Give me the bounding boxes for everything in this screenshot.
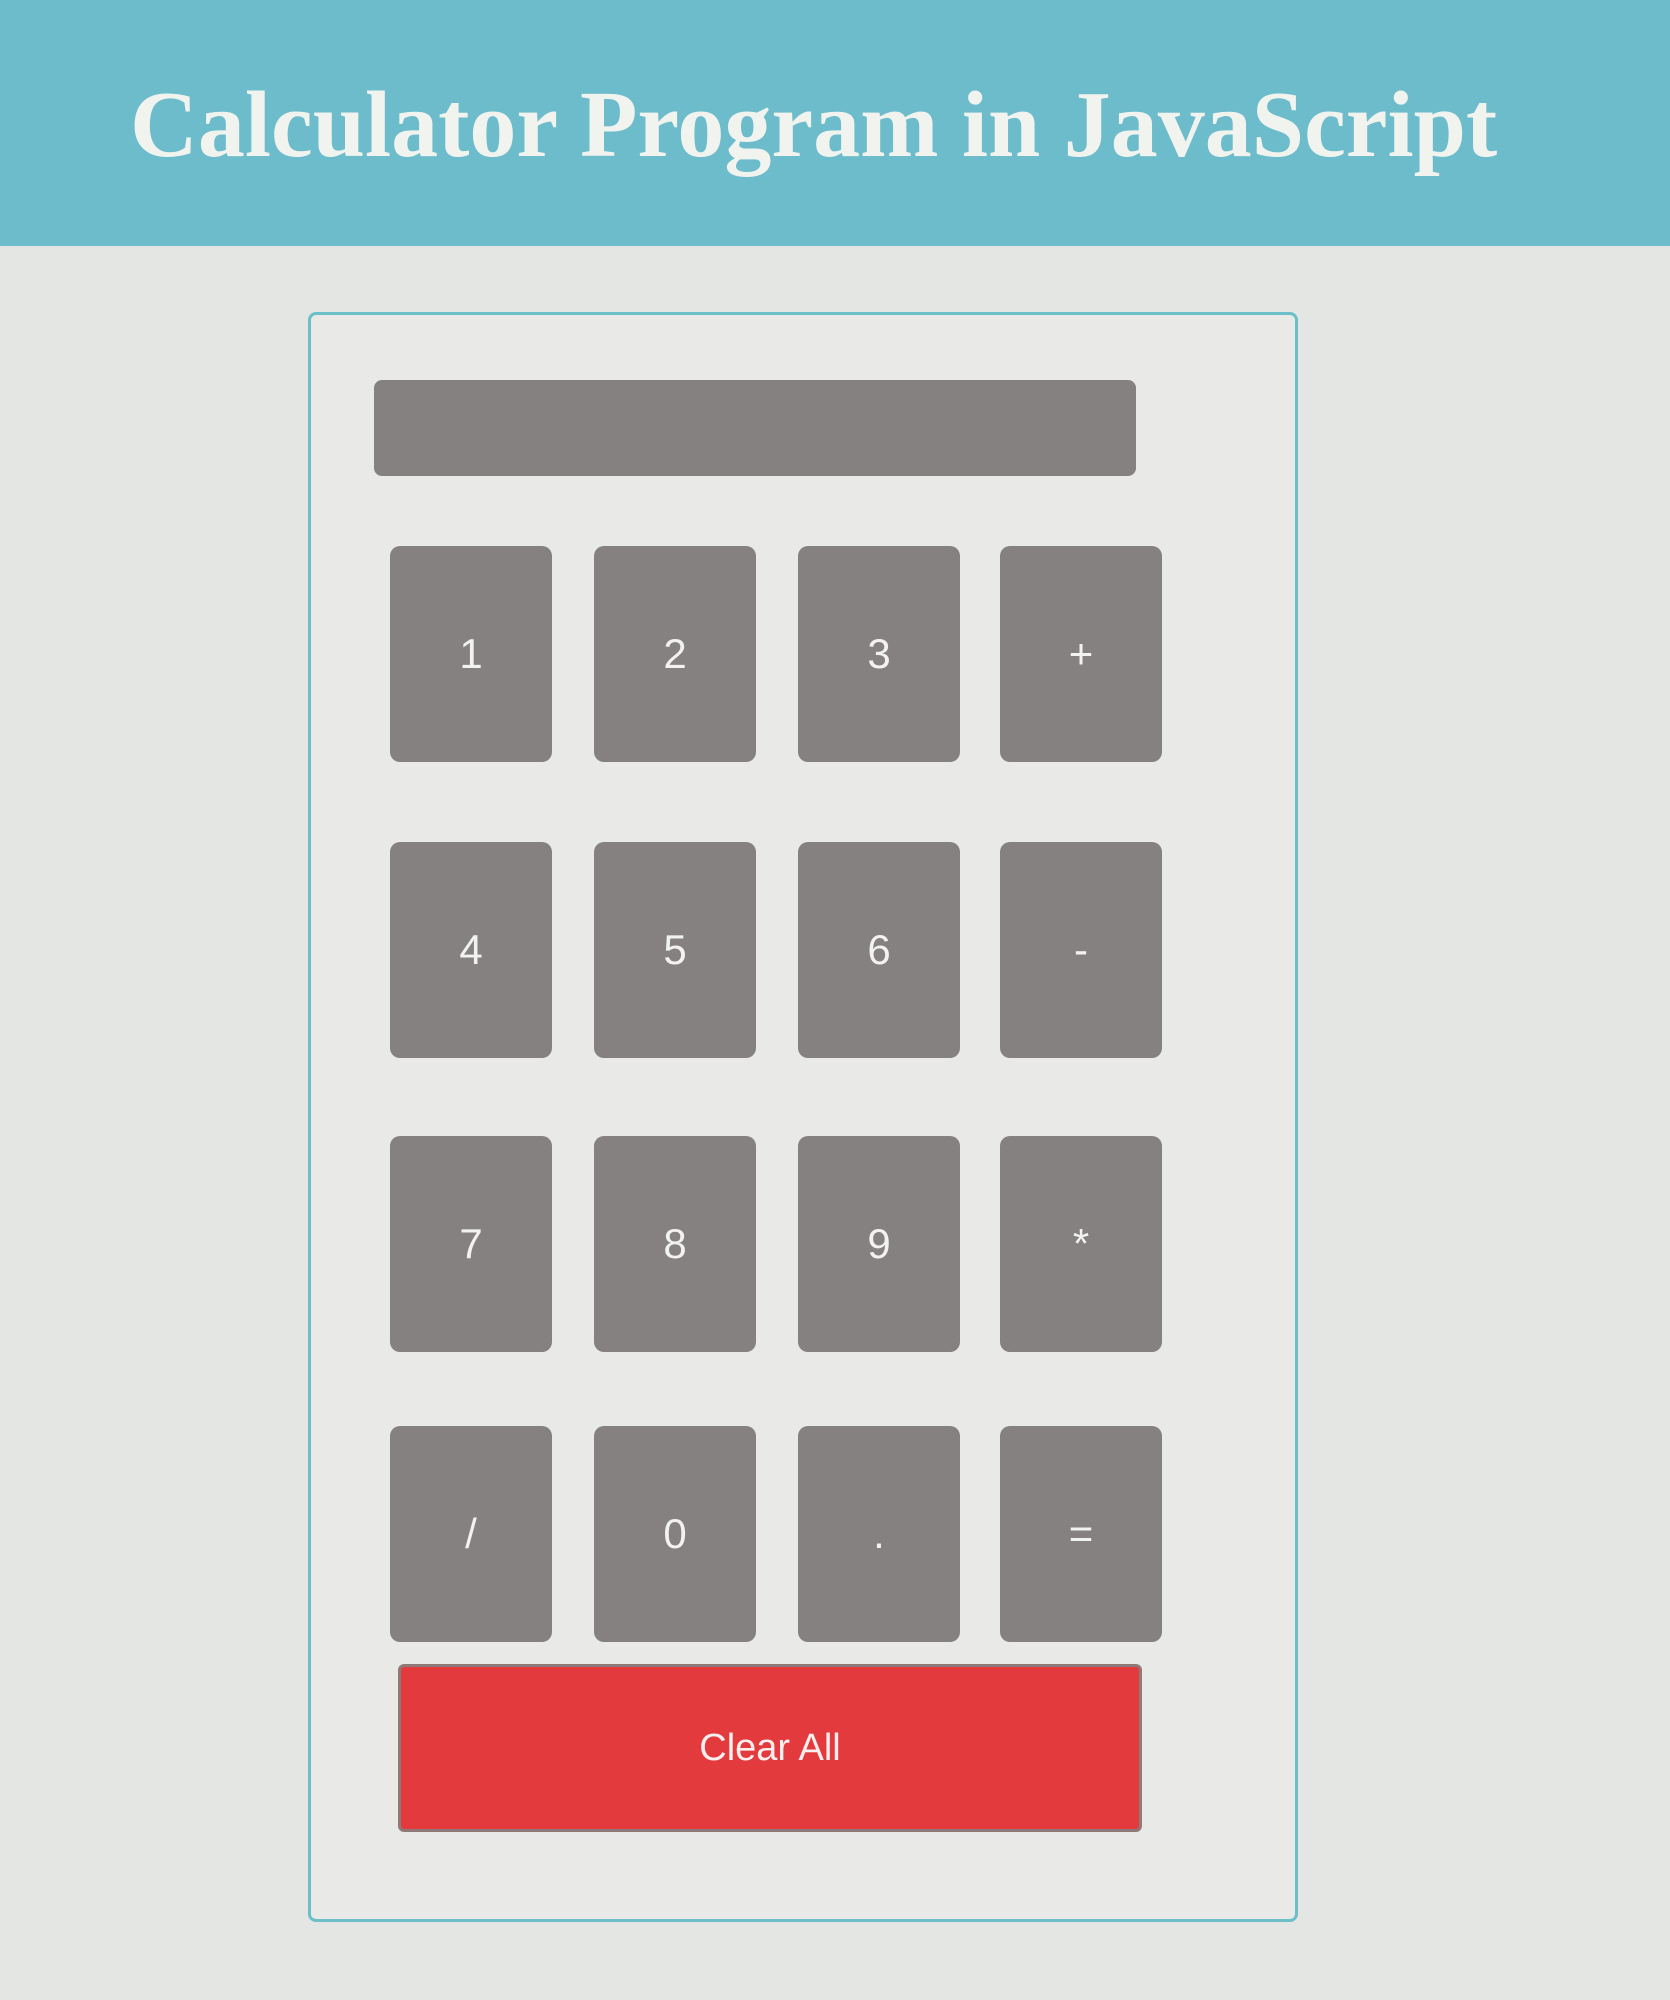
key-2[interactable]: 2: [594, 546, 756, 762]
calculator-display[interactable]: [374, 380, 1136, 476]
key-decimal[interactable]: .: [798, 1426, 960, 1642]
key-8[interactable]: 8: [594, 1136, 756, 1352]
key-6[interactable]: 6: [798, 842, 960, 1058]
key-4[interactable]: 4: [390, 842, 552, 1058]
key-1[interactable]: 1: [390, 546, 552, 762]
key-multiply[interactable]: *: [1000, 1136, 1162, 1352]
key-plus[interactable]: +: [1000, 546, 1162, 762]
header-bar: Calculator Program in JavaScript: [0, 0, 1670, 246]
key-0[interactable]: 0: [594, 1426, 756, 1642]
page-title: Calculator Program in JavaScript: [130, 73, 1498, 177]
key-9[interactable]: 9: [798, 1136, 960, 1352]
key-divide[interactable]: /: [390, 1426, 552, 1642]
key-3[interactable]: 3: [798, 546, 960, 762]
key-minus[interactable]: -: [1000, 842, 1162, 1058]
key-5[interactable]: 5: [594, 842, 756, 1058]
clear-all-button[interactable]: Clear All: [398, 1664, 1142, 1832]
key-equals[interactable]: =: [1000, 1426, 1162, 1642]
key-7[interactable]: 7: [390, 1136, 552, 1352]
